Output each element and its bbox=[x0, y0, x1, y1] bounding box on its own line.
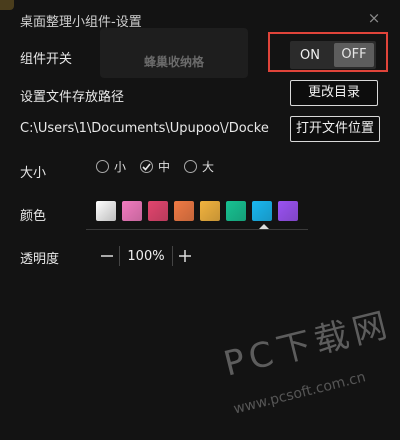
size-option-large[interactable]: 大 bbox=[184, 158, 214, 175]
radio-checked-icon bbox=[140, 160, 154, 173]
toggle-off-option[interactable]: OFF bbox=[334, 43, 374, 67]
color-swatch[interactable] bbox=[252, 201, 272, 221]
storage-path-value: C:\Users\1\Documents\Upupoo\/Docke bbox=[20, 121, 269, 136]
color-swatches bbox=[96, 201, 298, 221]
open-file-location-button[interactable]: 打开文件位置 bbox=[290, 116, 380, 142]
size-option-label: 大 bbox=[202, 160, 215, 174]
swatch-divider bbox=[86, 229, 308, 230]
color-label: 颜色 bbox=[20, 209, 47, 224]
size-option-label: 小 bbox=[114, 160, 127, 174]
minus-icon[interactable] bbox=[95, 244, 119, 268]
change-directory-button[interactable]: 更改目录 bbox=[290, 80, 378, 106]
storage-path-label: 设置文件存放路径 bbox=[20, 90, 125, 105]
background-widget-label: 蜂巢收纳格 bbox=[143, 55, 204, 69]
plus-icon[interactable] bbox=[173, 244, 197, 268]
widget-toggle[interactable]: ON OFF bbox=[290, 41, 376, 69]
size-label: 大小 bbox=[20, 166, 47, 181]
background-tile bbox=[0, 0, 14, 10]
color-swatch[interactable] bbox=[174, 201, 194, 221]
color-swatch[interactable] bbox=[96, 201, 116, 221]
radio-unchecked-icon bbox=[96, 160, 109, 173]
background-widget: 蜂巢收纳格 bbox=[100, 28, 248, 78]
window-title: 桌面整理小组件-设置 bbox=[20, 15, 142, 30]
radio-unchecked-icon bbox=[184, 160, 198, 173]
watermark-logo-text: PC下载网 bbox=[219, 304, 396, 385]
toggle-on-option[interactable]: ON bbox=[290, 48, 330, 63]
color-swatch[interactable] bbox=[200, 201, 220, 221]
size-option-small[interactable]: 小 bbox=[96, 158, 126, 175]
opacity-stepper: 100% bbox=[95, 243, 197, 269]
close-icon[interactable]: × bbox=[366, 9, 382, 27]
selected-color-pointer-icon bbox=[259, 224, 269, 229]
opacity-label: 透明度 bbox=[20, 252, 60, 267]
color-swatch[interactable] bbox=[148, 201, 168, 221]
size-option-label: 中 bbox=[158, 160, 171, 174]
widget-toggle-label: 组件开关 bbox=[20, 52, 73, 67]
color-swatch[interactable] bbox=[122, 201, 142, 221]
size-option-medium[interactable]: 中 bbox=[140, 158, 170, 175]
color-swatch[interactable] bbox=[278, 201, 298, 221]
size-radio-group: 小 中 大 bbox=[96, 158, 214, 175]
color-swatch[interactable] bbox=[226, 201, 246, 221]
opacity-value: 100% bbox=[127, 248, 165, 264]
